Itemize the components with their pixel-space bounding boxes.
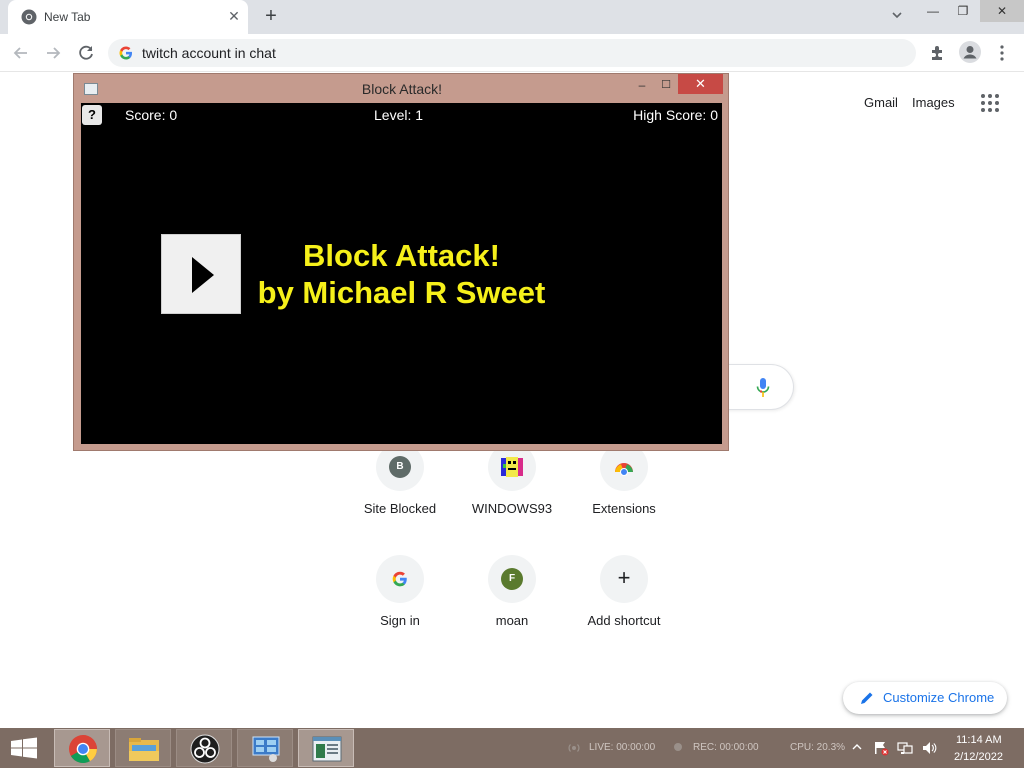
- windows-start-icon[interactable]: [0, 728, 48, 768]
- shortcut-label: Add shortcut: [587, 613, 661, 628]
- shortcut-label: Site Blocked: [363, 501, 437, 516]
- shortcut-moan[interactable]: F moan: [456, 555, 568, 655]
- address-bar[interactable]: twitch account in chat: [108, 39, 916, 67]
- reload-icon[interactable]: [75, 42, 97, 64]
- google-apps-grid-icon[interactable]: [980, 93, 1000, 113]
- game-title: Block Attack!: [303, 238, 500, 273]
- flag-alert-icon[interactable]: [873, 740, 889, 756]
- forward-arrow-icon[interactable]: [42, 42, 64, 64]
- address-text: twitch account in chat: [142, 45, 276, 61]
- shortcut-icon-circle: +: [600, 555, 648, 603]
- live-broadcast-icon: [568, 744, 580, 752]
- volume-icon[interactable]: [921, 740, 937, 756]
- chrome-icon: [69, 735, 97, 763]
- microphone-icon[interactable]: [756, 377, 770, 399]
- network-icon[interactable]: [897, 740, 913, 756]
- obs-rec-status: REC: 00:00:00: [693, 742, 759, 753]
- tab-new-tab[interactable]: New Tab ✕: [8, 0, 248, 34]
- game-canvas[interactable]: ? Score: 0 Level: 1 High Score: 0 Block …: [81, 103, 722, 444]
- obs-live-status: LIVE: 00:00:00: [589, 742, 656, 753]
- app-window-icon: [312, 736, 342, 762]
- shortcut-sign-in[interactable]: Sign in: [344, 555, 456, 655]
- google-g-icon: [392, 571, 407, 587]
- shortcut-extensions[interactable]: Extensions: [568, 443, 680, 543]
- back-arrow-icon[interactable]: [10, 42, 32, 64]
- shortcut-icon-circle: F: [488, 555, 536, 603]
- game-maximize-button[interactable]: ☐: [654, 76, 678, 96]
- level-display: Level: 1: [374, 107, 424, 123]
- profile-avatar-icon[interactable]: [959, 41, 981, 63]
- browser-toolbar: twitch account in chat: [0, 34, 1024, 72]
- customize-chrome-button[interactable]: Customize Chrome: [843, 682, 1007, 714]
- tab-title: New Tab: [44, 10, 91, 24]
- folder-icon: [129, 738, 159, 761]
- more-menu-icon[interactable]: [994, 42, 1010, 64]
- window-minimize-button[interactable]: —: [918, 0, 948, 22]
- taskbar: LIVE: 00:00:00 REC: 00:00:00 CPU: 20.3% …: [0, 728, 1024, 768]
- chrome-icon: [21, 9, 37, 25]
- windows93-icon: [501, 457, 523, 477]
- window-close-button[interactable]: ✕: [980, 0, 1024, 22]
- control-panel-icon: [252, 736, 280, 762]
- taskbar-obs[interactable]: [176, 729, 232, 767]
- game-author: by Michael R Sweet: [257, 275, 546, 310]
- shortcut-label: Sign in: [380, 613, 420, 628]
- obs-icon: [190, 734, 220, 764]
- high-score-display: High Score: 0: [633, 107, 718, 123]
- taskbar-control-panel[interactable]: [237, 729, 293, 767]
- tab-strip: New Tab ✕ + — ❐ ✕: [0, 0, 1024, 34]
- letter-avatar-icon: B: [389, 456, 411, 478]
- plus-icon: +: [617, 565, 631, 590]
- taskbar-chrome[interactable]: [54, 729, 110, 767]
- chrome-webstore-icon: [615, 463, 633, 476]
- google-g-icon: [119, 46, 132, 60]
- window-restore-button[interactable]: ❐: [948, 0, 978, 22]
- add-shortcut-button[interactable]: + Add shortcut: [568, 555, 680, 655]
- shortcut-label: moan: [495, 613, 529, 628]
- block-attack-window: Block Attack! – ☐ ✕ ? Score: 0 Level: 1 …: [73, 73, 729, 451]
- taskbar-file-explorer[interactable]: [115, 729, 171, 767]
- customize-chrome-label: Customize Chrome: [883, 690, 995, 705]
- shortcut-windows93[interactable]: WINDOWS93: [456, 443, 568, 543]
- shortcut-site-blocked[interactable]: B Site Blocked: [344, 443, 456, 543]
- tab-close-icon[interactable]: ✕: [225, 7, 243, 25]
- pencil-icon: [861, 692, 873, 704]
- game-minimize-button[interactable]: –: [630, 76, 654, 96]
- score-display: Score: 0: [125, 107, 178, 123]
- clock-date[interactable]: 2/12/2022: [954, 751, 1003, 763]
- show-hidden-icons-chevron-icon[interactable]: [852, 742, 862, 752]
- tab-search-chevron-icon[interactable]: [890, 8, 904, 22]
- new-tab-button[interactable]: +: [260, 4, 282, 28]
- help-button[interactable]: ?: [82, 105, 102, 125]
- rec-dot-icon: [674, 743, 682, 751]
- shortcut-icon-circle: [376, 555, 424, 603]
- shortcut-label: WINDOWS93: [471, 501, 553, 516]
- taskbar-block-attack[interactable]: [298, 729, 354, 767]
- game-close-button[interactable]: ✕: [678, 74, 723, 94]
- obs-cpu-status: CPU: 20.3%: [790, 742, 846, 753]
- shortcut-label: Extensions: [592, 501, 656, 516]
- images-link[interactable]: Images: [912, 95, 955, 110]
- letter-avatar-icon: F: [501, 568, 523, 590]
- extensions-puzzle-icon[interactable]: [928, 43, 948, 63]
- gmail-link[interactable]: Gmail: [864, 95, 898, 110]
- clock-time[interactable]: 11:14 AM: [956, 734, 1002, 746]
- search-box-mic-area[interactable]: [720, 364, 794, 410]
